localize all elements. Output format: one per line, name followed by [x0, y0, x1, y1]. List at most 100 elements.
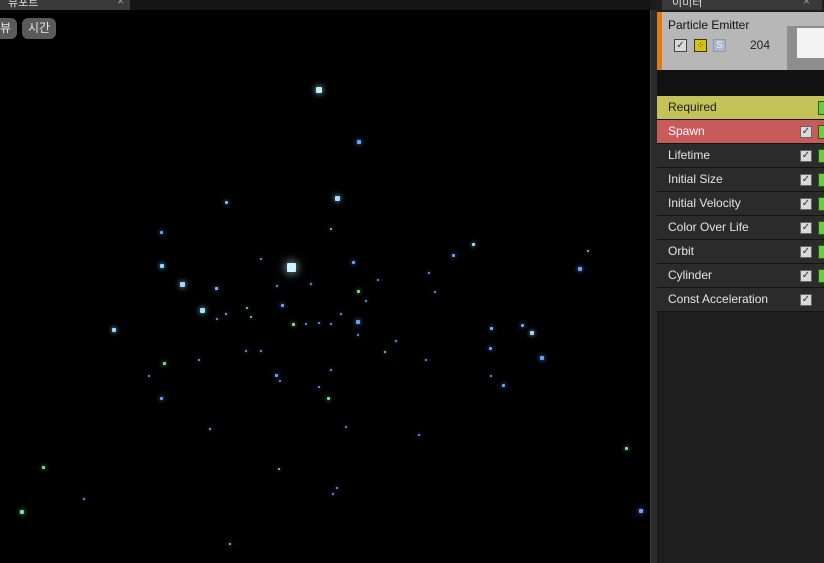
module-enable-checkbox[interactable]: ✓ [800, 150, 812, 162]
curve-editor-toggle-icon[interactable] [818, 173, 824, 187]
particle [357, 140, 361, 144]
module-orbit[interactable]: Orbit ✓ [657, 240, 824, 264]
particle [163, 362, 166, 365]
module-enable-checkbox[interactable]: ✓ [800, 222, 812, 234]
particle [83, 498, 85, 500]
particle [521, 324, 524, 327]
particle-count: 204 [750, 38, 771, 52]
module-label: Color Over Life [668, 220, 749, 234]
particle [112, 328, 116, 332]
module-label: Orbit [668, 244, 695, 258]
particle [330, 228, 332, 230]
viewport-tab-strip: 뷰포트 × [0, 0, 650, 10]
emitter-header[interactable]: Particle Emitter ✓ ⁘ S 204 [657, 12, 824, 70]
module-enable-checkbox[interactable]: ✓ [800, 246, 812, 258]
particle [275, 374, 278, 377]
particle [209, 428, 211, 430]
particle [278, 468, 280, 470]
close-icon[interactable]: × [803, 0, 810, 7]
particle-viewport[interactable]: 뷰 시간 [0, 10, 650, 563]
module-spawn[interactable]: Spawn ✓ [657, 120, 824, 144]
particle [639, 509, 643, 513]
emitter-name: Particle Emitter [668, 18, 750, 32]
render-mode-icon[interactable]: ⁘ [694, 39, 707, 52]
particle [352, 261, 355, 264]
particle [287, 263, 296, 272]
particle [452, 254, 455, 257]
particle [250, 316, 252, 318]
tab-emitters[interactable]: 이미터 × [662, 0, 822, 10]
curve-editor-toggle-icon[interactable] [818, 221, 824, 235]
module-enable-checkbox[interactable]: ✓ [800, 270, 812, 282]
module-lifetime[interactable]: Lifetime ✓ [657, 144, 824, 168]
module-label: Cylinder [668, 268, 713, 282]
particle [330, 369, 332, 371]
particle [490, 375, 492, 377]
particle [225, 313, 227, 315]
emitter-spacer [657, 70, 824, 96]
particle [472, 243, 475, 246]
module-label: Lifetime [668, 148, 711, 162]
particle [335, 196, 340, 201]
particle [305, 323, 307, 325]
curve-editor-toggle-icon[interactable] [818, 149, 824, 163]
particle [332, 493, 334, 495]
module-label: Required [668, 100, 717, 114]
particle [540, 356, 544, 360]
curve-editor-toggle-icon[interactable] [818, 101, 824, 115]
particle [20, 510, 24, 514]
particle [229, 543, 231, 545]
particle [336, 487, 338, 489]
particle [318, 386, 320, 388]
module-label: Initial Size [668, 172, 723, 186]
particle [245, 350, 247, 352]
module-initial-size[interactable]: Initial Size ✓ [657, 168, 824, 192]
module-enable-checkbox[interactable]: ✓ [800, 174, 812, 186]
curve-editor-toggle-icon[interactable] [818, 197, 824, 211]
particle [160, 231, 163, 234]
module-enable-checkbox[interactable]: ✓ [800, 198, 812, 210]
module-color-over-life[interactable]: Color Over Life ✓ [657, 216, 824, 240]
particle [148, 375, 150, 377]
curve-editor-toggle-icon[interactable] [818, 125, 824, 139]
particle [489, 347, 492, 350]
curve-editor-toggle-icon[interactable] [818, 245, 824, 259]
enable-checkbox-icon[interactable]: ✓ [674, 39, 687, 52]
time-button[interactable]: 시간 [22, 18, 57, 39]
module-label: Initial Velocity [668, 196, 741, 210]
particle [215, 287, 218, 290]
module-const-acceleration[interactable]: Const Acceleration ✓ [657, 288, 824, 312]
particle [327, 397, 330, 400]
particle [502, 384, 505, 387]
particle [225, 201, 228, 204]
emitters-panel: 이미터 × Particle Emitter ✓ ⁘ S 204 Require… [657, 0, 824, 563]
module-list: Required Spawn ✓ Lifetime ✓ Initial Size ✓ Init… [657, 96, 824, 312]
particle [260, 350, 262, 352]
particle [276, 285, 278, 287]
particle [587, 250, 589, 252]
module-enable-checkbox[interactable]: ✓ [800, 294, 812, 306]
particle [418, 434, 420, 436]
tab-viewport[interactable]: 뷰포트 × [0, 0, 130, 10]
particle [180, 282, 185, 287]
module-cylinder[interactable]: Cylinder ✓ [657, 264, 824, 288]
particle [160, 397, 163, 400]
close-icon[interactable]: × [117, 0, 124, 7]
view-button[interactable]: 뷰 [0, 18, 18, 39]
particle [330, 323, 332, 325]
particle [425, 359, 427, 361]
solo-icon[interactable]: S [713, 39, 726, 52]
particle [578, 267, 582, 271]
particle [365, 300, 367, 302]
module-enable-checkbox[interactable]: ✓ [800, 126, 812, 138]
module-initial-velocity[interactable]: Initial Velocity ✓ [657, 192, 824, 216]
particle [625, 447, 628, 450]
particle [246, 307, 248, 309]
curve-editor-toggle-icon[interactable] [818, 269, 824, 283]
particle [200, 308, 205, 313]
particle [260, 258, 262, 260]
particle [345, 426, 347, 428]
particle [292, 323, 295, 326]
particle [340, 313, 342, 315]
module-required[interactable]: Required [657, 96, 824, 120]
